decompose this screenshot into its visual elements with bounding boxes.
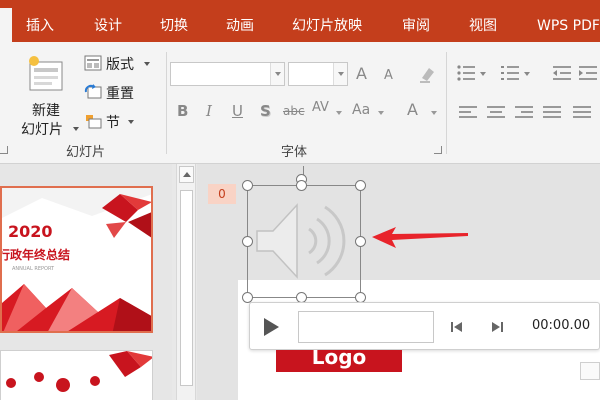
font-size-dropdown-icon[interactable] xyxy=(333,63,347,85)
justify-icon[interactable] xyxy=(542,104,562,122)
resize-handle-l[interactable] xyxy=(242,236,253,247)
new-slide-label-2: 幻灯片 xyxy=(21,122,63,138)
audio-progress-track[interactable] xyxy=(298,311,434,343)
slide-number-badge: 0 xyxy=(208,184,236,204)
tab-transitions[interactable]: 切换 xyxy=(160,0,188,42)
bullets-icon[interactable] xyxy=(456,64,490,82)
section-caret-icon xyxy=(128,120,134,124)
ribbon-tab-bar: 插入 设计 切换 动画 幻灯片放映 审阅 视图 WPS PDF xyxy=(0,0,600,42)
play-icon[interactable] xyxy=(264,318,279,336)
audio-player-bar: 00:00.00 xyxy=(249,302,600,350)
skip-forward-icon[interactable] xyxy=(490,320,504,334)
slide1-subtitle: ANNUAL REPORT xyxy=(12,266,55,272)
decrease-indent-icon[interactable] xyxy=(552,64,574,82)
font-group-label: 字体 xyxy=(281,145,308,160)
align-right-icon[interactable] xyxy=(514,104,534,122)
playback-time: 00:00.00 xyxy=(532,318,591,333)
slide-thumbnail-2[interactable] xyxy=(0,350,153,400)
char-spacing-caret-icon[interactable] xyxy=(336,111,342,115)
group-separator-2 xyxy=(446,52,447,154)
clipboard-launcher-icon[interactable] xyxy=(0,146,8,154)
group-separator xyxy=(166,52,167,154)
text-shadow-button[interactable]: S xyxy=(260,102,271,120)
font-size-combo[interactable] xyxy=(288,62,348,86)
slide-thumbnail-pane: 2020 行政年终总结 ANNUAL REPORT xyxy=(0,164,172,400)
active-tab-edge[interactable] xyxy=(0,8,12,42)
italic-button[interactable]: I xyxy=(206,102,212,120)
tab-slideshow[interactable]: 幻灯片放映 xyxy=(292,0,362,42)
scroll-up-icon[interactable] xyxy=(179,166,194,183)
reset-label: 重置 xyxy=(106,86,134,102)
grow-font-button[interactable]: A xyxy=(356,64,367,83)
new-slide-caret-icon[interactable] xyxy=(73,127,79,131)
corner-control[interactable] xyxy=(580,362,600,380)
resize-handle-tr[interactable] xyxy=(355,180,366,191)
tab-animations[interactable]: 动画 xyxy=(226,0,254,42)
char-spacing-button[interactable]: AV xyxy=(312,100,329,115)
resize-handle-r[interactable] xyxy=(355,236,366,247)
scroll-thumb[interactable] xyxy=(180,190,193,386)
slide1-title: 行政年终总结 xyxy=(0,248,71,262)
new-slide-button[interactable]: 新建 幻灯片 xyxy=(18,48,79,138)
section-label: 节 xyxy=(106,115,120,131)
font-launcher-icon[interactable] xyxy=(434,146,442,154)
red-arrow-annotation xyxy=(372,227,468,248)
layout-caret-icon xyxy=(144,62,150,66)
underline-button[interactable]: U xyxy=(232,102,243,120)
skip-back-icon[interactable] xyxy=(450,320,464,334)
tab-view[interactable]: 视图 xyxy=(469,0,497,42)
layout-label: 版式 xyxy=(106,57,134,73)
distribute-icon[interactable] xyxy=(572,104,592,122)
font-name-combo[interactable] xyxy=(170,62,285,86)
align-center-icon[interactable] xyxy=(486,104,506,122)
tab-insert[interactable]: 插入 xyxy=(26,0,54,42)
align-left-icon[interactable] xyxy=(458,104,478,122)
ribbon: 新建 幻灯片 版式 重置 节 幻灯片 A A B I U S abc AV Aa… xyxy=(0,42,600,164)
resize-handle-tl[interactable] xyxy=(242,180,253,191)
slide1-year: 2020 xyxy=(8,222,53,241)
bold-button[interactable]: B xyxy=(177,102,188,120)
slides-group-label: 幻灯片 xyxy=(66,145,106,160)
slide-thumbnail-1[interactable]: 2020 行政年终总结 ANNUAL REPORT xyxy=(0,186,153,333)
increase-indent-icon[interactable] xyxy=(578,64,600,82)
tab-wps-pdf[interactable]: WPS PDF xyxy=(537,0,600,42)
font-name-dropdown-icon[interactable] xyxy=(270,63,284,85)
reset-button[interactable]: 重置 xyxy=(84,83,144,103)
tab-design[interactable]: 设计 xyxy=(94,0,122,42)
resize-handle-t[interactable] xyxy=(296,180,307,191)
slide2-decoration xyxy=(1,351,152,400)
section-button[interactable]: 节 xyxy=(84,112,144,132)
thumbnail-scrollbar[interactable] xyxy=(176,164,196,400)
layout-icon xyxy=(84,55,102,71)
change-case-button[interactable]: Aa xyxy=(352,102,370,118)
numbering-icon[interactable] xyxy=(500,64,534,82)
strikethrough-button[interactable]: abc xyxy=(283,104,305,118)
new-slide-icon xyxy=(29,56,63,91)
shrink-font-button[interactable]: A xyxy=(384,68,393,83)
speaker-icon[interactable] xyxy=(247,185,361,298)
new-slide-label: 新建 xyxy=(32,103,60,119)
font-color-button[interactable]: A xyxy=(407,100,418,119)
slide-logo: Logo xyxy=(276,350,402,372)
section-icon xyxy=(86,115,102,129)
clear-format-icon[interactable] xyxy=(418,64,438,84)
tab-review[interactable]: 审阅 xyxy=(402,0,430,42)
font-color-caret-icon[interactable] xyxy=(431,111,437,115)
layout-button[interactable]: 版式 xyxy=(84,54,154,74)
change-case-caret-icon[interactable] xyxy=(378,111,384,115)
reset-icon xyxy=(84,84,102,99)
